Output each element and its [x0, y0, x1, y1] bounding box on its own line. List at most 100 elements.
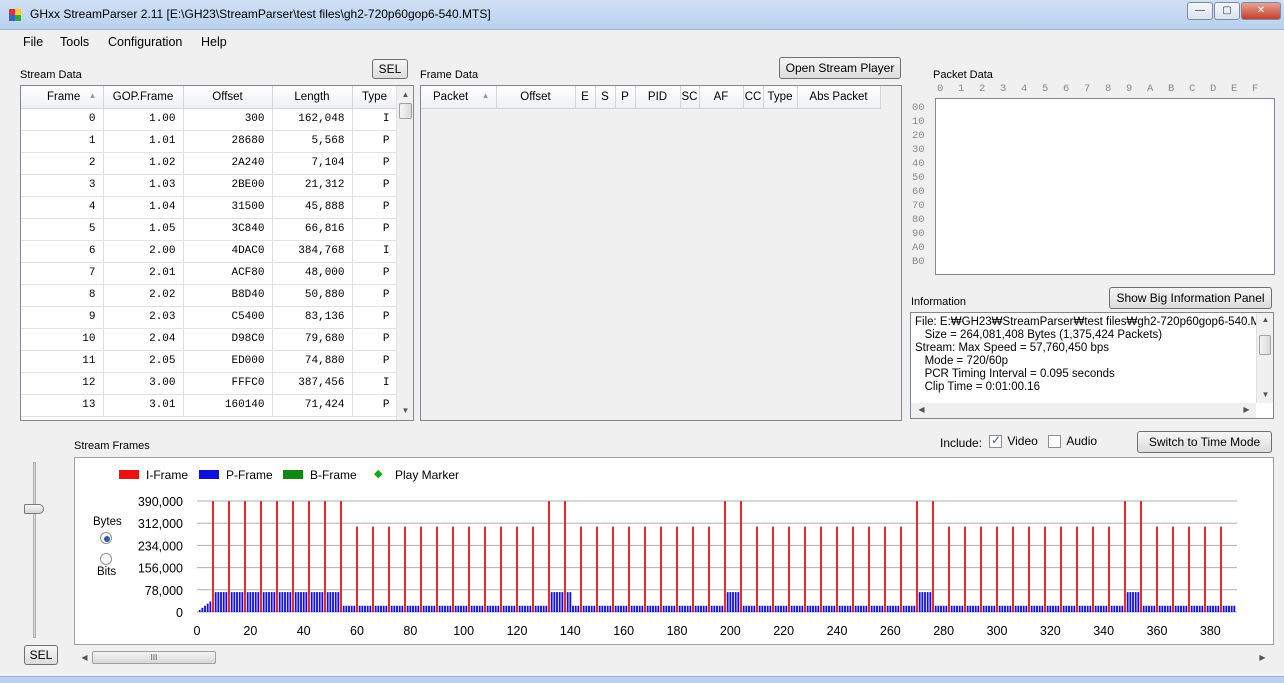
- i-frame-bar: [356, 526, 358, 612]
- scroll-left-icon[interactable]: ◀: [913, 405, 930, 414]
- menu-file[interactable]: File: [23, 35, 43, 49]
- column-header-type[interactable]: Type: [352, 86, 398, 109]
- i-frame-bar: [788, 526, 790, 612]
- table-cell: 1: [21, 130, 104, 153]
- table-row[interactable]: 6 2.00 4DAC0 384,768 I: [21, 240, 398, 263]
- table-row[interactable]: 3 1.03 2BE00 21,312 P: [21, 174, 398, 197]
- column-header-pid[interactable]: PID: [635, 86, 681, 109]
- scroll-thumb[interactable]: [399, 103, 412, 119]
- column-header-p[interactable]: P: [615, 86, 636, 109]
- i-frame-bar: [676, 526, 678, 612]
- chart-horizontal-scrollbar[interactable]: ◀ III ▶: [74, 650, 1274, 666]
- table-row[interactable]: 4 1.04 31500 45,888 P: [21, 196, 398, 219]
- p-frame-bar: [814, 605, 817, 612]
- column-header-offset[interactable]: Offset: [496, 86, 576, 109]
- information-horizontal-scrollbar[interactable]: ◀ ▶: [911, 403, 1256, 418]
- scroll-right-icon[interactable]: ▶: [1254, 653, 1271, 662]
- column-header-cc[interactable]: CC: [743, 86, 764, 109]
- information-text-box[interactable]: File: E:₩GH23₩StreamParser₩test files₩gh…: [910, 312, 1274, 419]
- close-button[interactable]: ✕: [1241, 2, 1281, 20]
- p-frame-bar: [572, 605, 574, 612]
- slider-thumb[interactable]: [24, 504, 44, 514]
- table-row[interactable]: 10 2.04 D98C0 79,680 P: [21, 328, 398, 351]
- p-frame-bar: [977, 605, 980, 612]
- scroll-thumb[interactable]: [1259, 335, 1271, 355]
- p-frame-bar: [222, 592, 225, 612]
- i-frame-bar: [420, 526, 422, 612]
- show-big-information-panel-button[interactable]: Show Big Information Panel: [1109, 287, 1272, 309]
- frame-size-plot[interactable]: 390,000 312,000 234,000 156,000 78,000 00 20 40…: [75, 458, 1273, 644]
- menu-configuration[interactable]: Configuration: [108, 35, 182, 49]
- menu-tools[interactable]: Tools: [60, 35, 89, 49]
- switch-to-time-mode-button[interactable]: Switch to Time Mode: [1137, 431, 1272, 453]
- column-header-s[interactable]: S: [595, 86, 616, 109]
- column-header-length[interactable]: Length: [272, 86, 353, 109]
- p-frame-bar: [662, 605, 665, 612]
- column-header-abs-packet[interactable]: Abs Packet: [797, 86, 881, 109]
- packet-data-hex-view[interactable]: [935, 98, 1275, 275]
- p-frame-bar: [366, 605, 369, 612]
- audio-checkbox[interactable]: Audio: [1048, 434, 1097, 449]
- minimize-button[interactable]: —: [1187, 2, 1213, 20]
- p-frame-bar: [942, 605, 945, 612]
- information-vertical-scrollbar[interactable]: ▲ ▼: [1256, 313, 1273, 403]
- stream-frames-sel-button[interactable]: SEL: [24, 645, 58, 665]
- stream-data-grid[interactable]: Frame ▲ GOP.Frame Offset Length Type 0 1.…: [20, 85, 414, 421]
- scroll-down-icon[interactable]: ▼: [1257, 390, 1273, 399]
- column-header-offset[interactable]: Offset: [183, 86, 273, 109]
- p-frame-bar: [838, 605, 841, 612]
- i-frame-bar: [756, 526, 758, 612]
- table-cell: 21,312: [272, 174, 353, 197]
- table-row[interactable]: 13 3.01 160140 71,424 P: [21, 394, 398, 417]
- menu-help[interactable]: Help: [201, 35, 227, 49]
- scroll-thumb[interactable]: III: [92, 651, 216, 664]
- table-row[interactable]: 9 2.03 C5400 83,136 P: [21, 306, 398, 329]
- video-checkbox[interactable]: ✓ Video: [989, 433, 1038, 449]
- p-frame-bar: [582, 605, 585, 612]
- scroll-left-icon[interactable]: ◀: [76, 653, 93, 662]
- stream-data-sel-button[interactable]: SEL: [372, 59, 408, 79]
- column-header-sc[interactable]: SC: [680, 86, 700, 109]
- column-header-type[interactable]: Type: [763, 86, 798, 109]
- scroll-right-icon[interactable]: ▶: [1238, 405, 1255, 414]
- table-row[interactable]: 11 2.05 ED000 74,880 P: [21, 350, 398, 373]
- frame-data-grid[interactable]: Packet ▲ Offset E S P PID SC AF CC Type …: [420, 85, 902, 421]
- p-frame-bar: [961, 605, 964, 612]
- table-row[interactable]: 5 1.05 3C840 66,816 P: [21, 218, 398, 241]
- column-header-packet[interactable]: Packet ▲: [421, 86, 497, 109]
- table-row[interactable]: 8 2.02 B8D40 50,880 P: [21, 284, 398, 307]
- open-stream-player-button[interactable]: Open Stream Player: [779, 57, 901, 79]
- stream-data-scrollbar[interactable]: ▲ ▼: [396, 86, 413, 420]
- packet-row-header: 30: [912, 144, 925, 156]
- y-tick-label: 78,000: [145, 584, 183, 598]
- p-frame-bar: [377, 605, 380, 612]
- table-row[interactable]: 12 3.00 FFFC0 387,456 I: [21, 372, 398, 395]
- scroll-up-icon[interactable]: ▲: [397, 90, 413, 99]
- maximize-button[interactable]: ▢: [1214, 2, 1240, 20]
- p-frame-bar: [1025, 605, 1028, 612]
- packet-column-header: 4: [1021, 83, 1028, 95]
- column-header-e[interactable]: E: [575, 86, 596, 109]
- p-frame-bar: [998, 605, 1001, 612]
- column-header-label: Packet: [433, 90, 469, 103]
- table-row[interactable]: 7 2.01 ACF80 48,000 P: [21, 262, 398, 285]
- table-row[interactable]: 1 1.01 28680 5,568 P: [21, 130, 398, 153]
- include-label: Include:: [940, 436, 983, 450]
- x-tick-label: 220: [773, 624, 794, 638]
- table-row[interactable]: 2 1.02 2A240 7,104 P: [21, 152, 398, 175]
- p-frame-bar: [860, 605, 862, 612]
- scroll-down-icon[interactable]: ▼: [397, 406, 413, 415]
- column-header-gop-frame[interactable]: GOP.Frame: [103, 86, 184, 109]
- stream-frames-chart[interactable]: I-Frame P-Frame B-Frame ◆ Play Marker By…: [74, 457, 1274, 645]
- scroll-up-icon[interactable]: ▲: [1257, 315, 1273, 324]
- table-cell: 13: [21, 394, 104, 417]
- column-header-af[interactable]: AF: [699, 86, 744, 109]
- column-header-frame[interactable]: Frame ▲: [21, 86, 104, 109]
- table-row[interactable]: 0 1.00 300 162,048 I: [21, 108, 398, 131]
- x-tick-label: 60: [350, 624, 364, 638]
- zoom-slider[interactable]: [24, 462, 44, 638]
- app-icon: [9, 9, 21, 21]
- table-cell: 3.01: [103, 394, 184, 417]
- p-frame-bar: [334, 592, 337, 612]
- packet-row-header: 80: [912, 214, 925, 226]
